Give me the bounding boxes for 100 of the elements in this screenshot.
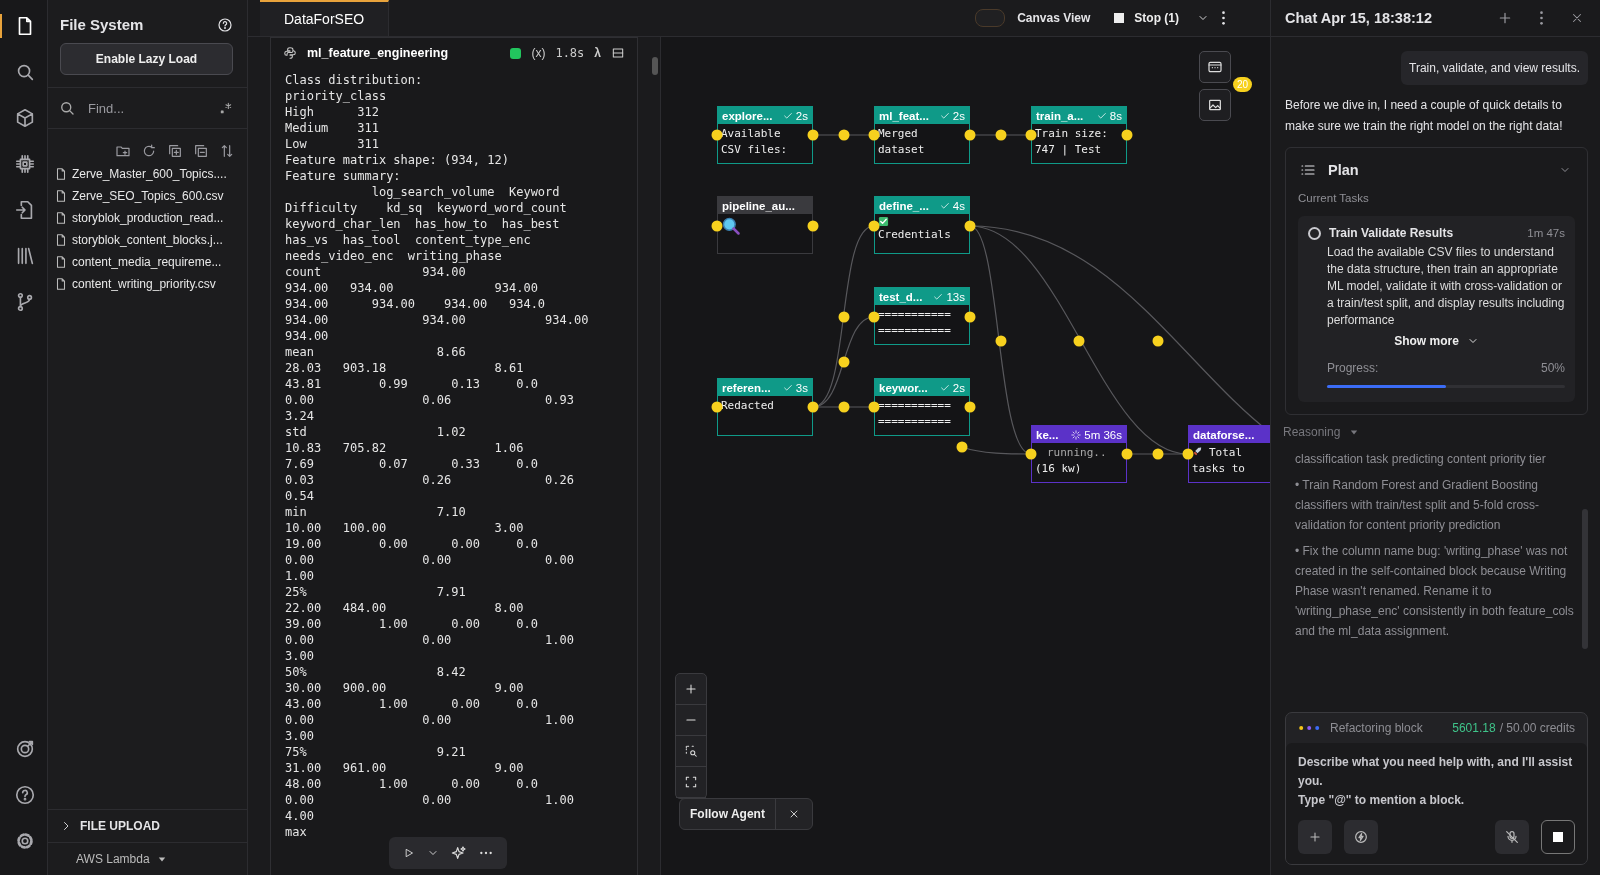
gallery-button[interactable] [1199, 89, 1231, 121]
sparkle-icon[interactable] [451, 845, 467, 861]
port-dot[interactable] [711, 401, 723, 413]
port-dot[interactable] [838, 129, 850, 141]
message-input[interactable]: Describe what you need help with, and I'll assist you. Type "@" to mention a block. [1298, 753, 1575, 809]
canvas-node[interactable]: explore... 2s Available CSV files: [717, 106, 813, 164]
refresh-icon[interactable] [141, 143, 157, 159]
port-dot[interactable] [838, 401, 850, 413]
port-dot[interactable] [868, 129, 880, 141]
port-dot[interactable] [1121, 129, 1133, 141]
message-field[interactable]: Describe what you need help with, and I'll assist you. Type "@" to mention a block. [1286, 743, 1587, 864]
more-icon[interactable] [1221, 10, 1226, 26]
canvas-node[interactable]: define_... 4s Credentials [874, 196, 970, 254]
canvas-node[interactable]: referen... 3s Redacted [717, 378, 813, 436]
layout-icon[interactable] [611, 46, 625, 60]
scroll-thumb[interactable] [1582, 509, 1588, 649]
node-output-line: running.. [1046, 445, 1108, 461]
search-field[interactable]: Find... [86, 99, 209, 117]
canvas-node[interactable]: ml_feat... 2s Merged dataset [874, 106, 970, 164]
file-item[interactable]: content_writing_priority.csv [54, 277, 247, 291]
block-name: ml_feature_engineering [307, 46, 448, 60]
output-line: 30.00 900.00 9.00 [285, 680, 524, 696]
image-icon [1207, 97, 1223, 113]
output-line: min 7.10 [285, 504, 466, 520]
output-line: Difficulty kd_sq keyword_word_count [285, 200, 567, 216]
port-dot[interactable] [807, 129, 819, 141]
file-item[interactable]: storyblok_production_read... [54, 211, 247, 225]
port-dot[interactable] [1025, 448, 1037, 460]
stop-button[interactable]: Stop (1) [1108, 10, 1185, 26]
port-dot[interactable] [1025, 129, 1037, 141]
close-icon[interactable] [1570, 11, 1584, 25]
variables-toggle[interactable]: (x) [531, 46, 546, 60]
task-title: Train Validate Results [1329, 226, 1454, 240]
port-dot[interactable] [995, 129, 1007, 141]
port-dot[interactable] [807, 220, 819, 232]
port-dot[interactable] [1121, 448, 1133, 460]
port-dot[interactable] [1182, 448, 1194, 460]
plus-icon[interactable] [1497, 10, 1513, 26]
mute-mic-button[interactable] [1495, 820, 1529, 854]
reasoning-toggle[interactable]: Reasoning [1283, 425, 1588, 439]
file-item[interactable]: Zerve_SEO_Topics_600.csv [54, 189, 247, 203]
node-output-line: =========== [878, 323, 952, 339]
port-dot[interactable] [964, 311, 976, 323]
port-dot[interactable] [868, 311, 880, 323]
output-line: needs_video_enc writing_phase [285, 248, 502, 264]
stop-button[interactable] [1541, 820, 1575, 854]
regex-icon[interactable] [219, 101, 233, 115]
port-dot[interactable] [838, 356, 850, 368]
port-dot[interactable] [711, 129, 723, 141]
file-item[interactable]: content_media_requireme... [54, 255, 247, 269]
node-output-line: 747 | Test [1035, 142, 1103, 158]
port-dot[interactable] [838, 311, 850, 323]
canvas-node[interactable]: pipeline_au... [717, 196, 813, 254]
upload-section-header[interactable]: FILE UPLOAD [48, 809, 247, 842]
more-icon[interactable] [1539, 10, 1544, 26]
port-dot[interactable] [868, 220, 880, 232]
output-line: 10.00 100.00 3.00 [285, 520, 524, 536]
port-dot[interactable] [807, 401, 819, 413]
port-dot[interactable] [995, 335, 1007, 347]
sort-icon[interactable] [219, 143, 235, 159]
expand-all-icon[interactable] [167, 143, 183, 159]
more-icon[interactable] [479, 851, 493, 855]
port-dot[interactable] [711, 220, 723, 232]
scroll-thumb[interactable] [652, 57, 658, 75]
output-line: priority_class [285, 88, 387, 104]
play-icon[interactable] [403, 847, 415, 859]
port-dot[interactable] [868, 401, 880, 413]
terminal-button[interactable] [1199, 51, 1231, 83]
show-more-button[interactable]: Show more [1388, 333, 1485, 349]
port-dot[interactable] [1073, 335, 1085, 347]
toggle-switch[interactable] [975, 9, 1006, 27]
canvas-node[interactable]: ke... 5m 36s running.. (16 kw) [1031, 425, 1127, 483]
canvas-node[interactable]: dataforse... Total tasks to [1188, 425, 1270, 483]
rocket-icon [1192, 446, 1203, 457]
output-line: 10.83 705.82 1.06 [285, 440, 524, 456]
port-dot[interactable] [1152, 335, 1164, 347]
runtime-selector[interactable]: AWS Lambda [48, 842, 247, 875]
output-line: 3.00 [285, 728, 314, 744]
port-dot[interactable] [1152, 448, 1164, 460]
attach-button[interactable] [1298, 820, 1332, 854]
port-dot[interactable] [964, 129, 976, 141]
port-dot[interactable] [964, 401, 976, 413]
magnifier-icon [721, 216, 741, 236]
port-dot[interactable] [956, 441, 968, 453]
action-button[interactable] [1344, 820, 1378, 854]
lambda-toggle[interactable]: λ [594, 46, 601, 60]
help-icon[interactable] [217, 16, 233, 33]
output-line: keyword_char_len has_how_to has_best [285, 216, 560, 232]
file-item[interactable]: Zerve_Master_600_Topics.... [54, 167, 247, 181]
file-item[interactable]: storyblok_content_blocks.j... [54, 233, 247, 247]
canvas-node[interactable]: train_a... 8s Train size: 747 | Test [1031, 106, 1127, 164]
tab[interactable]: DataForSEO [260, 0, 390, 36]
port-dot[interactable] [964, 220, 976, 232]
file-icon [54, 211, 68, 225]
output-line: High 312 [285, 104, 379, 120]
new-folder-icon[interactable] [115, 143, 131, 159]
output-line: 0.00 0.06 0.93 [285, 392, 574, 408]
collapse-all-icon[interactable] [193, 143, 209, 159]
lazy-load-button[interactable]: Enable Lazy Load [60, 43, 233, 75]
canvas-node[interactable]: test_d... 13s =========== =========== [874, 287, 970, 345]
